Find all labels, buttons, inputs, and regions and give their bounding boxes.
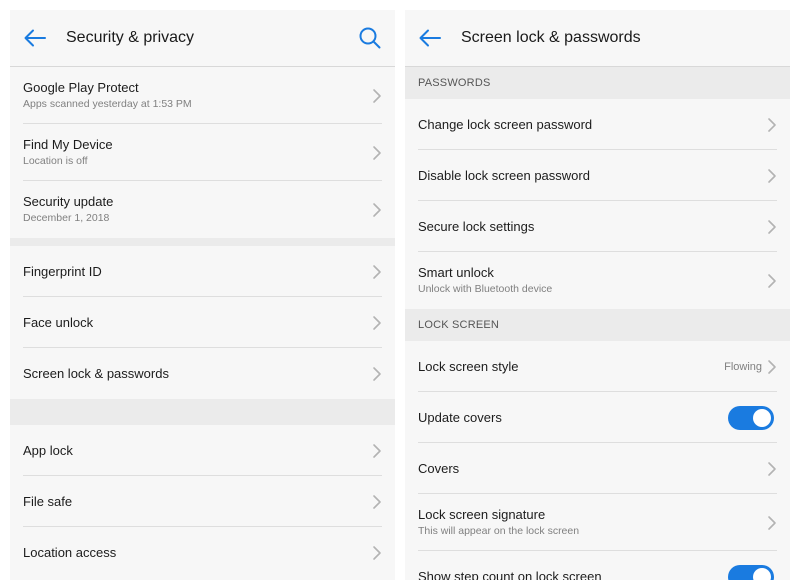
- setting-row-smart-unlock[interactable]: Smart unlock Unlock with Bluetooth device: [405, 252, 790, 309]
- setting-row-find-my-device[interactable]: Find My Device Location is off: [10, 124, 395, 181]
- setting-subtitle: Unlock with Bluetooth device: [418, 283, 553, 295]
- setting-row-location-access[interactable]: Location access: [10, 527, 395, 578]
- setting-title: Lock screen signature: [418, 507, 546, 522]
- chevron-right-icon: [768, 219, 776, 234]
- setting-row-file-safe[interactable]: File safe: [10, 476, 395, 527]
- chevron-right-icon: [373, 494, 381, 509]
- setting-title: Location access: [23, 545, 117, 560]
- toggle-knob: [753, 567, 771, 580]
- setting-title: App lock: [23, 443, 73, 458]
- setting-row-secure-lock-settings[interactable]: Secure lock settings: [405, 201, 790, 252]
- chevron-right-icon: [768, 117, 776, 132]
- security-privacy-screen: Security & privacy Google Play Protect Ap…: [10, 10, 395, 580]
- setting-row-show-step-count-on-lock-screen[interactable]: Show step count on lock screen: [405, 551, 790, 580]
- setting-row-screen-lock-and-passwords[interactable]: Screen lock & passwords: [10, 348, 395, 399]
- chevron-right-icon: [373, 145, 381, 160]
- setting-row-change-lock-screen-password[interactable]: Change lock screen password: [405, 99, 790, 150]
- setting-title: Security update: [23, 194, 114, 209]
- screenshot-stage: Security & privacy Google Play Protect Ap…: [0, 0, 800, 580]
- setting-subtitle: Apps scanned yesterday at 1:53 PM: [23, 98, 192, 110]
- toggle-knob: [753, 408, 771, 427]
- section-header-passwords: PASSWORDS: [405, 67, 790, 99]
- setting-title: Google Play Protect: [23, 80, 139, 95]
- setting-title: Lock screen style: [418, 359, 519, 374]
- setting-row-face-unlock[interactable]: Face unlock: [10, 297, 395, 348]
- toggle-switch[interactable]: [728, 564, 774, 580]
- setting-subtitle: December 1, 2018: [23, 212, 110, 224]
- setting-title: Covers: [418, 461, 460, 476]
- setting-title: Screen lock & passwords: [23, 366, 169, 381]
- group-spacer: [10, 238, 395, 246]
- screen-lock-passwords-screen: Screen lock & passwords PASSWORDS Change …: [405, 10, 790, 580]
- setting-row-google-play-protect[interactable]: Google Play Protect Apps scanned yesterda…: [10, 67, 395, 124]
- setting-title: Fingerprint ID: [23, 264, 102, 279]
- section-header-lock-screen: LOCK SCREEN: [405, 309, 790, 341]
- chevron-right-icon: [768, 359, 776, 374]
- toggle-switch[interactable]: [728, 405, 774, 430]
- chevron-right-icon: [768, 515, 776, 530]
- setting-row-fingerprint-id[interactable]: Fingerprint ID: [10, 246, 395, 297]
- security-privacy-header: Security & privacy: [10, 10, 395, 67]
- setting-title: Show step count on lock screen: [418, 569, 602, 580]
- setting-title: Smart unlock: [418, 265, 494, 280]
- setting-title: Face unlock: [23, 315, 94, 330]
- chevron-right-icon: [373, 443, 381, 458]
- chevron-right-icon: [373, 88, 381, 103]
- setting-title: Change lock screen password: [418, 117, 593, 132]
- setting-title: Disable lock screen password: [418, 168, 590, 183]
- screen-lock-header: Screen lock & passwords: [405, 10, 790, 67]
- chevron-right-icon: [373, 202, 381, 217]
- setting-row-app-lock[interactable]: App lock: [10, 425, 395, 476]
- chevron-right-icon: [373, 545, 381, 560]
- setting-row-update-covers[interactable]: Update covers: [405, 392, 790, 443]
- setting-row-covers[interactable]: Covers: [405, 443, 790, 494]
- setting-title: Update covers: [418, 410, 502, 425]
- setting-title: Secure lock settings: [418, 219, 535, 234]
- settings-list: Google Play Protect Apps scanned yesterda…: [10, 67, 395, 578]
- search-icon[interactable]: [357, 25, 383, 51]
- setting-title: Find My Device: [23, 137, 113, 152]
- chevron-right-icon: [373, 366, 381, 381]
- setting-subtitle: Location is off: [23, 155, 88, 167]
- setting-row-lock-screen-signature[interactable]: Lock screen signature This will appear on…: [405, 494, 790, 551]
- setting-row-security-update[interactable]: Security update December 1, 2018: [10, 181, 395, 238]
- chevron-right-icon: [373, 315, 381, 330]
- chevron-right-icon: [768, 461, 776, 476]
- chevron-right-icon: [373, 264, 381, 279]
- back-arrow-icon[interactable]: [22, 25, 48, 51]
- chevron-right-icon: [768, 168, 776, 183]
- setting-row-disable-lock-screen-password[interactable]: Disable lock screen password: [405, 150, 790, 201]
- setting-title: File safe: [23, 494, 73, 509]
- setting-subtitle: This will appear on the lock screen: [418, 525, 580, 537]
- group-spacer: [10, 399, 395, 425]
- chevron-right-icon: [768, 273, 776, 288]
- settings-list: PASSWORDS Change lock screen password Disa…: [405, 67, 790, 580]
- setting-row-lock-screen-style[interactable]: Lock screen style Flowing: [405, 341, 790, 392]
- page-title: Security & privacy: [66, 29, 195, 46]
- back-arrow-icon[interactable]: [417, 25, 443, 51]
- page-title: Screen lock & passwords: [461, 29, 641, 46]
- setting-value: Flowing: [724, 360, 762, 373]
